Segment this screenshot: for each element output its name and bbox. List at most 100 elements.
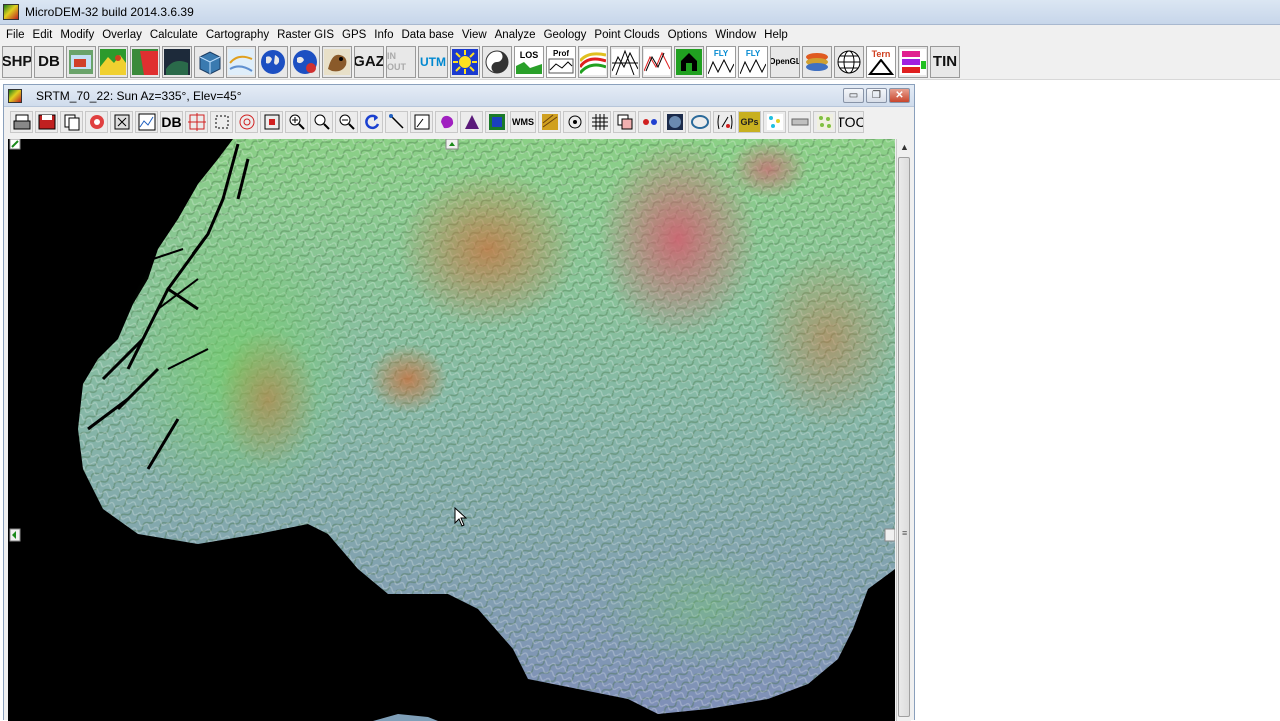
geology-button[interactable] xyxy=(538,111,561,133)
save-map-button[interactable] xyxy=(35,111,58,133)
menu-gps[interactable]: GPS xyxy=(340,29,372,41)
ruler-icon xyxy=(791,118,808,126)
copy-map-button[interactable] xyxy=(60,111,83,133)
zoom-out-button[interactable] xyxy=(335,111,358,133)
menu-analyze[interactable]: Analyze xyxy=(493,29,542,41)
overlay-layers-button[interactable] xyxy=(613,111,636,133)
open-dem-button[interactable] xyxy=(98,45,128,78)
minimize-button[interactable]: ▭ xyxy=(843,88,864,103)
save-red-icon xyxy=(38,114,55,130)
globe-settings-button[interactable] xyxy=(290,45,320,78)
yin-yang-button[interactable] xyxy=(482,45,512,78)
hillshade-map-canvas[interactable] xyxy=(8,139,895,721)
grid-legend-icon xyxy=(900,48,926,75)
open-image-button[interactable] xyxy=(66,45,96,78)
house-button[interactable] xyxy=(674,45,704,78)
menu-overlay[interactable]: Overlay xyxy=(100,29,148,41)
opengl-button[interactable]: OpenGL xyxy=(770,45,800,78)
scroll-thumb[interactable]: ≡ xyxy=(898,157,910,717)
profile-button[interactable]: Prof xyxy=(546,45,576,78)
menu-view[interactable]: View xyxy=(460,29,493,41)
menu-options[interactable]: Options xyxy=(666,29,714,41)
menu-modify[interactable]: Modify xyxy=(58,29,100,41)
terrain-button[interactable]: Tern xyxy=(866,45,896,78)
sun-icon xyxy=(452,48,478,75)
select-box-button[interactable] xyxy=(210,111,233,133)
open-satellite-button[interactable] xyxy=(162,45,192,78)
world-globe-button[interactable] xyxy=(258,45,288,78)
menu-window[interactable]: Window xyxy=(713,29,762,41)
menu-calculate[interactable]: Calculate xyxy=(148,29,204,41)
edit-map-button[interactable] xyxy=(110,111,133,133)
menu-help[interactable]: Help xyxy=(762,29,794,41)
color-legend-button[interactable] xyxy=(485,111,508,133)
wireframe-button[interactable] xyxy=(610,45,640,78)
fly-through-button[interactable]: FLY xyxy=(706,45,736,78)
satellite-scene-button[interactable] xyxy=(663,111,686,133)
close-button[interactable]: ✕ xyxy=(889,88,910,103)
gazetteer-button[interactable]: GAZ xyxy=(354,45,384,78)
utm-button[interactable]: UTM xyxy=(418,45,448,78)
point-cloud-icon xyxy=(766,114,783,130)
vegetation-button[interactable] xyxy=(813,111,836,133)
main-toolbar: SHP DB GAZ IN OUT UTM LOS Prof FLY FLY O… xyxy=(0,44,1280,80)
anaglyph-button[interactable] xyxy=(642,45,672,78)
menu-info[interactable]: Info xyxy=(372,29,399,41)
landsat-button[interactable] xyxy=(688,111,711,133)
pick-point-button[interactable] xyxy=(410,111,433,133)
grid-button[interactable] xyxy=(588,111,611,133)
menu-edit[interactable]: Edit xyxy=(31,29,59,41)
bird-survey-button[interactable] xyxy=(322,45,352,78)
3d-block-button[interactable] xyxy=(194,45,224,78)
purple-peak-button[interactable] xyxy=(460,111,483,133)
vector-map-button[interactable] xyxy=(226,45,256,78)
contours-button[interactable] xyxy=(578,45,608,78)
gps-button[interactable]: GPs xyxy=(738,111,761,133)
app-title: MicroDEM-32 build 2014.3.6.39 xyxy=(25,5,194,19)
ruler-button[interactable] xyxy=(788,111,811,133)
statistics-button[interactable] xyxy=(713,111,736,133)
menu-geology[interactable]: Geology xyxy=(542,29,593,41)
purple-blob-button[interactable] xyxy=(435,111,458,133)
crosshair-button[interactable] xyxy=(185,111,208,133)
menu-raster-gis[interactable]: Raster GIS xyxy=(275,29,340,41)
table-of-contents-button[interactable]: TOC xyxy=(838,111,864,133)
zoom-full-button[interactable] xyxy=(310,111,333,133)
map-database-button[interactable]: DB xyxy=(160,111,183,133)
fly2-label: FLY xyxy=(745,49,761,58)
sensor-button[interactable] xyxy=(638,111,661,133)
point-cloud-button[interactable] xyxy=(763,111,786,133)
target-button[interactable] xyxy=(235,111,258,133)
open-red-map-button[interactable] xyxy=(130,45,160,78)
menu-file[interactable]: File xyxy=(4,29,31,41)
menu-point-clouds[interactable]: Point Clouds xyxy=(592,29,665,41)
shapefile-button[interactable]: SHP xyxy=(2,45,32,78)
subset-button[interactable] xyxy=(260,111,283,133)
fly-through-2-button[interactable]: FLY xyxy=(738,45,768,78)
circle-target-button[interactable] xyxy=(563,111,586,133)
menu-data-base[interactable]: Data base xyxy=(399,29,459,41)
database-button[interactable]: DB xyxy=(34,45,64,78)
scroll-up-arrow-icon[interactable]: ▲ xyxy=(897,139,912,154)
tin-button[interactable]: TIN xyxy=(930,45,960,78)
map-window-titlebar[interactable]: SRTM_70_22: Sun Az=335°, Elev=45° ▭ ❐ ✕ xyxy=(4,85,914,107)
line-of-sight-button[interactable]: LOS xyxy=(514,45,544,78)
layer-stack-button[interactable] xyxy=(802,45,832,78)
measure-line-button[interactable] xyxy=(385,111,408,133)
wms-button[interactable]: WMS xyxy=(510,111,536,133)
print-button[interactable] xyxy=(10,111,33,133)
in-out-button[interactable]: IN OUT xyxy=(386,45,416,78)
vegetation-dots-icon xyxy=(816,114,833,130)
sun-button[interactable] xyxy=(450,45,480,78)
vertical-scrollbar[interactable]: ▲ ≡ xyxy=(896,139,911,721)
refresh-button[interactable] xyxy=(360,111,383,133)
zoom-out-icon xyxy=(339,114,355,130)
wireframe-globe-button[interactable] xyxy=(834,45,864,78)
menu-cartography[interactable]: Cartography xyxy=(204,29,275,41)
grid-legend-button[interactable] xyxy=(898,45,928,78)
map-overview-button[interactable] xyxy=(135,111,158,133)
redraw-button[interactable] xyxy=(85,111,108,133)
restore-button[interactable]: ❐ xyxy=(866,88,887,103)
zoom-in-button[interactable] xyxy=(285,111,308,133)
utm-label: UTM xyxy=(420,54,446,69)
